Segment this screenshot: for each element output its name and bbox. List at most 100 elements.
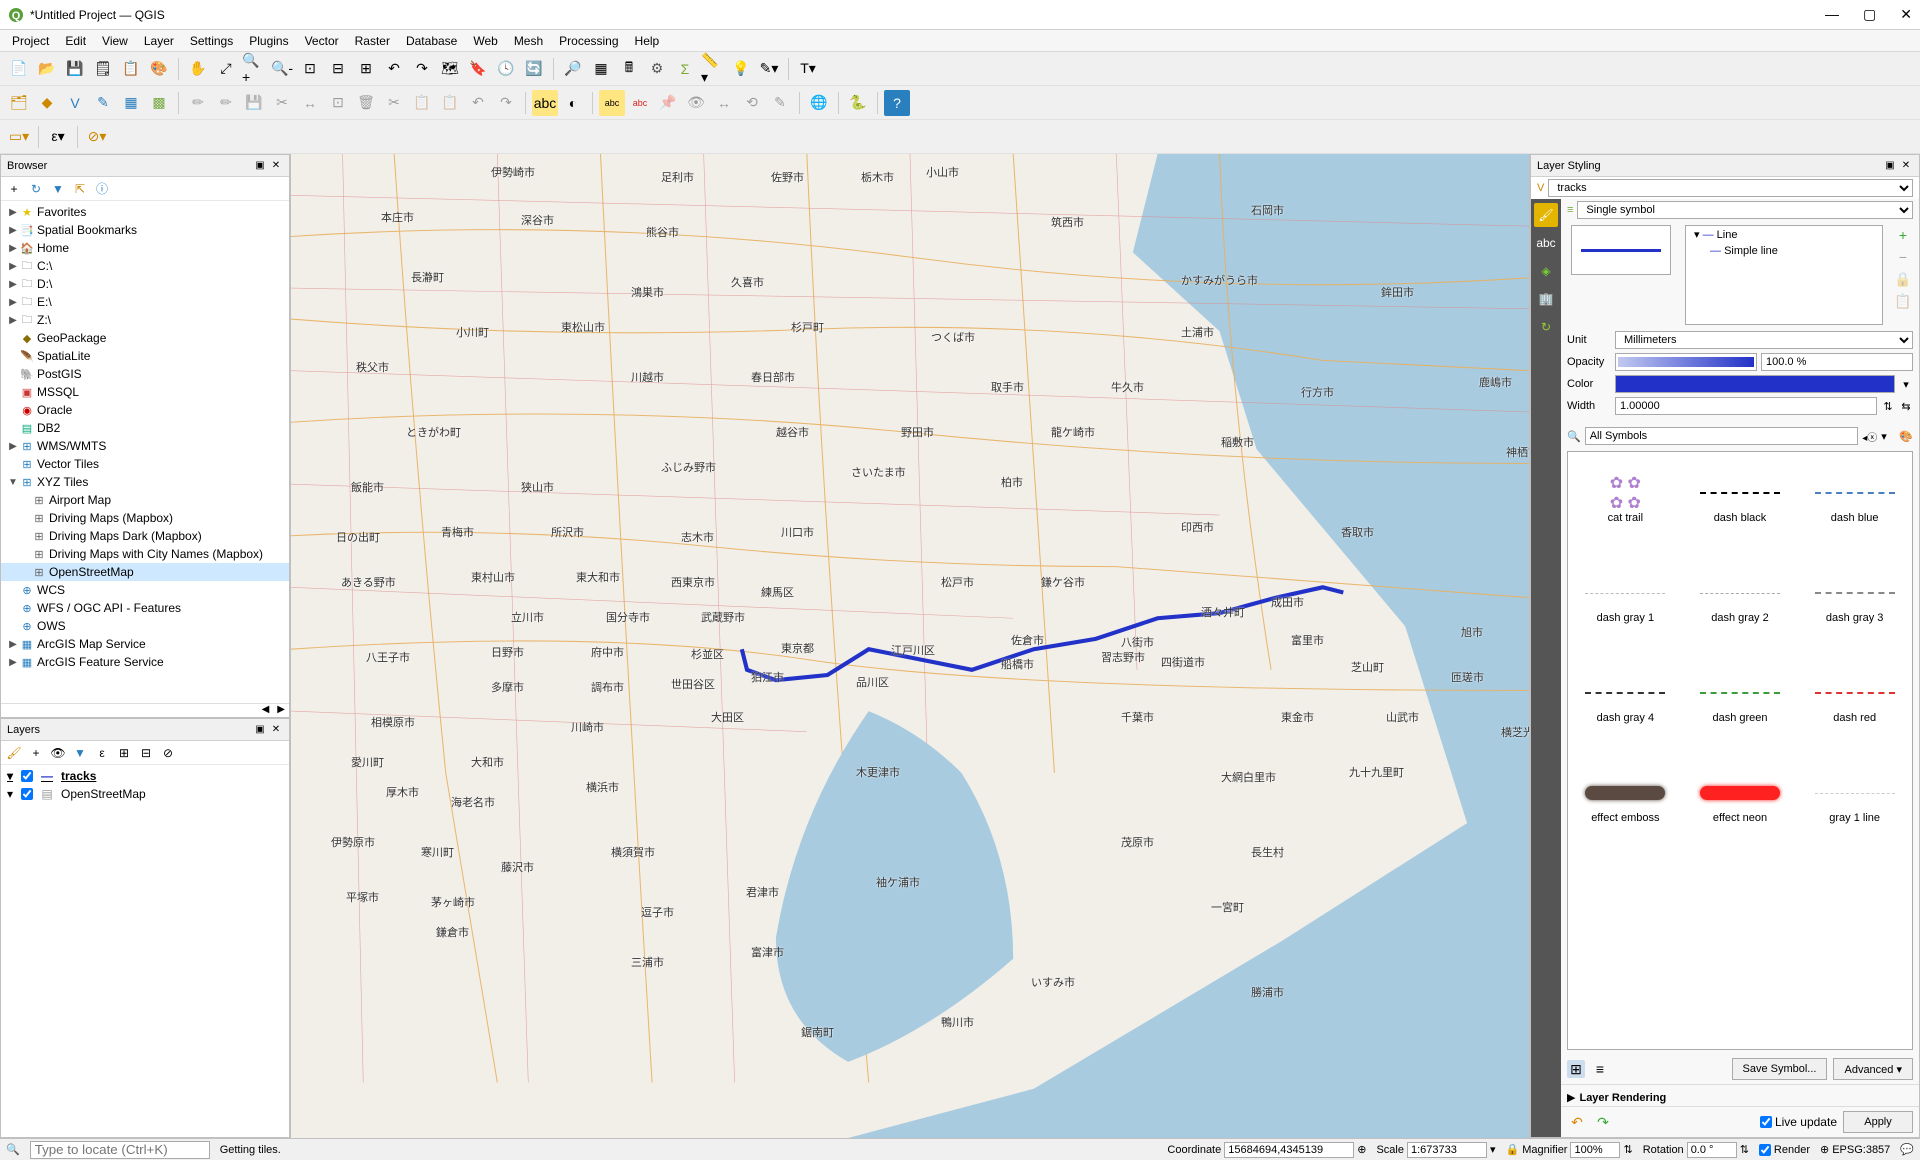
browser-item[interactable]: ▶📑Spatial Bookmarks — [1, 221, 289, 239]
layers-close-button[interactable]: ✕ — [269, 723, 283, 737]
select-by-expression-button[interactable]: ε▾ — [45, 124, 71, 150]
browser-item[interactable]: ⊕WCS — [1, 581, 289, 599]
refresh-button[interactable]: 🔄 — [521, 56, 547, 82]
filter-browser-icon[interactable]: ▼ — [49, 180, 67, 198]
copy-button[interactable]: 📋 — [409, 90, 435, 116]
browser-item[interactable]: 🪶SpatiaLite — [1, 347, 289, 365]
attribute-table-button[interactable]: ▦ — [588, 56, 614, 82]
browser-item[interactable]: ▼⊞XYZ Tiles — [1, 473, 289, 491]
layers-collapse-icon[interactable]: ⊟ — [137, 744, 155, 762]
statistics-button[interactable]: Σ — [672, 56, 698, 82]
change-label-button[interactable]: ✎ — [767, 90, 793, 116]
paste-button[interactable]: 📋 — [437, 90, 463, 116]
gallery-item[interactable]: ✿ ✿✿ ✿cat trail — [1568, 452, 1683, 552]
gallery-item[interactable]: effect emboss — [1568, 752, 1683, 852]
apply-button[interactable]: Apply — [1843, 1111, 1913, 1133]
save-symbol-button[interactable]: Save Symbol... — [1732, 1058, 1828, 1080]
toggle-edit-button[interactable]: ✏ — [185, 90, 211, 116]
symbol-gallery[interactable]: ✿ ✿✿ ✿cat traildash blackdash bluedash g… — [1567, 451, 1913, 1050]
layers-visibility-icon[interactable]: 👁 — [49, 744, 67, 762]
browser-item[interactable]: ▤DB2 — [1, 419, 289, 437]
new-geopackage-button[interactable]: ◆ — [34, 90, 60, 116]
layers-style-icon[interactable]: 🖌 — [5, 744, 23, 762]
zoom-layer-button[interactable]: ⊞ — [353, 56, 379, 82]
browser-item[interactable]: ▶🗀E:\ — [1, 293, 289, 311]
move-feature-button[interactable]: ↔ — [297, 90, 323, 116]
browser-item[interactable]: ▶🗀Z:\ — [1, 311, 289, 329]
map-canvas[interactable]: 伊勢崎市足利市佐野市栃木市小山市本庄市深谷市熊谷市筑西市石岡市長瀞町鴻巣市久喜市… — [290, 154, 1530, 1138]
collapse-browser-icon[interactable]: ⇱ — [71, 180, 89, 198]
layers-expand-icon[interactable]: ⊞ — [115, 744, 133, 762]
add-feature-button[interactable]: ✂ — [269, 90, 295, 116]
menu-plugins[interactable]: Plugins — [241, 32, 296, 50]
styling-tab-3d[interactable]: ◈ — [1534, 259, 1558, 283]
browser-item[interactable]: ⊞Airport Map — [1, 491, 289, 509]
show-labels-button[interactable]: 👁 — [683, 90, 709, 116]
styling-close-button[interactable]: ✕ — [1899, 159, 1913, 173]
zoom-full-button[interactable]: ⊡ — [297, 56, 323, 82]
pan-button[interactable]: ✋ — [185, 56, 211, 82]
gallery-item[interactable]: dash black — [1683, 452, 1798, 552]
symbol-filter-input[interactable] — [1585, 427, 1859, 445]
diagram-button[interactable]: ◐ — [560, 90, 586, 116]
new-scratch-button[interactable]: ✎ — [90, 90, 116, 116]
pin-labels-button[interactable]: 📌 — [655, 90, 681, 116]
redo-button[interactable]: ↷ — [493, 90, 519, 116]
temporal-button[interactable]: 🕓 — [493, 56, 519, 82]
browser-item[interactable]: ▶🏠Home — [1, 239, 289, 257]
zoom-last-button[interactable]: ↶ — [381, 56, 407, 82]
browser-item[interactable]: ▶⊞WMS/WMTS — [1, 437, 289, 455]
duplicate-symbol-button[interactable]: 📋 — [1893, 291, 1913, 311]
identify-button[interactable]: 🔎 — [560, 56, 586, 82]
open-datasource-button[interactable]: 🗂 — [6, 90, 32, 116]
symbol-tree[interactable]: ▾ — Line — Simple line — [1685, 225, 1883, 325]
layer-item[interactable]: ▾—tracks — [1, 767, 289, 785]
save-layer-edits-button[interactable]: 💾 — [241, 90, 267, 116]
layers-dock-button[interactable]: ▣ — [253, 723, 267, 737]
browser-item[interactable]: ⊕OWS — [1, 617, 289, 635]
browser-item[interactable]: ▶★Favorites — [1, 203, 289, 221]
node-tool-button[interactable]: ⊡ — [325, 90, 351, 116]
gallery-item[interactable]: gray 1 line — [1797, 752, 1912, 852]
new-print-layout-button[interactable]: 🗒 — [90, 56, 116, 82]
gallery-item[interactable]: dash gray 4 — [1568, 652, 1683, 752]
refresh-browser-icon[interactable]: ↻ — [27, 180, 45, 198]
lock-symbol-button[interactable]: 🔒 — [1893, 269, 1913, 289]
menu-mesh[interactable]: Mesh — [506, 32, 551, 50]
close-button[interactable]: ✕ — [1900, 6, 1912, 23]
style-manager-button[interactable]: 🎨 — [146, 56, 172, 82]
browser-item[interactable]: ▶🗀D:\ — [1, 275, 289, 293]
add-layer-icon[interactable]: + — [5, 180, 23, 198]
layers-filter-icon[interactable]: ▼ — [71, 744, 89, 762]
minimize-button[interactable]: — — [1825, 6, 1839, 23]
gallery-item[interactable]: dash gray 2 — [1683, 552, 1798, 652]
magnifier-input[interactable] — [1570, 1142, 1620, 1158]
metasearch-button[interactable]: 🌐 — [806, 90, 832, 116]
symbol-type-select[interactable]: Single symbol — [1577, 201, 1913, 219]
open-project-button[interactable]: 📂 — [34, 56, 60, 82]
maximize-button[interactable]: ▢ — [1863, 6, 1876, 23]
zoom-selection-button[interactable]: ⊟ — [325, 56, 351, 82]
maptip-button[interactable]: 💡 — [728, 56, 754, 82]
save-edits-button[interactable]: ✏ — [213, 90, 239, 116]
menu-help[interactable]: Help — [627, 32, 668, 50]
select-features-button[interactable]: ▭▾ — [6, 124, 32, 150]
label-highlight-button[interactable]: abc — [627, 90, 653, 116]
style-undo-button[interactable]: ↶ — [1567, 1112, 1587, 1132]
gallery-item[interactable]: effect neon — [1683, 752, 1798, 852]
style-redo-button[interactable]: ↷ — [1593, 1112, 1613, 1132]
menu-web[interactable]: Web — [465, 32, 505, 50]
render-checkbox[interactable]: Render — [1759, 1142, 1810, 1158]
help-button[interactable]: ? — [884, 90, 910, 116]
gallery-item[interactable]: dash gray 1 — [1568, 552, 1683, 652]
label-button[interactable]: abc — [532, 90, 558, 116]
new-mesh-button[interactable]: ▩ — [146, 90, 172, 116]
move-label-button[interactable]: ↔ — [711, 90, 737, 116]
layers-add-group-icon[interactable]: + — [27, 744, 45, 762]
opacity-input[interactable] — [1761, 353, 1913, 371]
browser-item[interactable]: ⊞OpenStreetMap — [1, 563, 289, 581]
browser-dock-button[interactable]: ▣ — [253, 159, 267, 173]
zoom-next-button[interactable]: ↷ — [409, 56, 435, 82]
menu-project[interactable]: Project — [4, 32, 57, 50]
styling-tab-undo[interactable]: ↻ — [1534, 315, 1558, 339]
